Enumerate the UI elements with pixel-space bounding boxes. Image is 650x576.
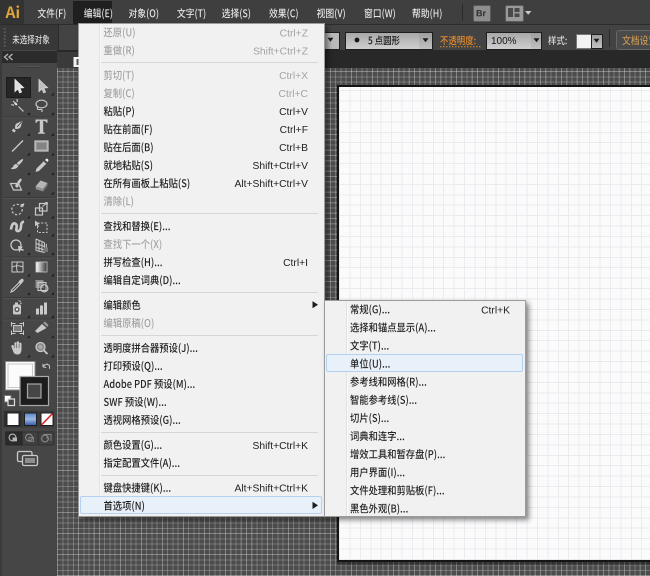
svg-text:Shift+Ctrl+Z: Shift+Ctrl+Z [253, 46, 308, 57]
svg-text:Shift+Ctrl+K: Shift+Ctrl+K [252, 441, 308, 452]
svg-text:Ctrl+C: Ctrl+C [279, 89, 309, 100]
svg-text:Ctrl+F: Ctrl+F [280, 125, 308, 136]
svg-text:Ctrl+X: Ctrl+X [279, 71, 308, 82]
svg-text:Alt+Shift+Ctrl+V: Alt+Shift+Ctrl+V [234, 179, 308, 190]
svg-text:Shift+Ctrl+V: Shift+Ctrl+V [252, 161, 308, 172]
svg-text:Ctrl+Z: Ctrl+Z [280, 28, 308, 39]
svg-text:Alt+Shift+Ctrl+K: Alt+Shift+Ctrl+K [234, 484, 308, 495]
svg-text:100%: 100% [491, 36, 517, 47]
svg-text:Ctrl+K: Ctrl+K [481, 305, 510, 316]
svg-text:Ctrl+V: Ctrl+V [279, 107, 308, 118]
svg-text:Ctrl+I: Ctrl+I [283, 258, 308, 269]
svg-text:Ctrl+B: Ctrl+B [279, 143, 308, 154]
